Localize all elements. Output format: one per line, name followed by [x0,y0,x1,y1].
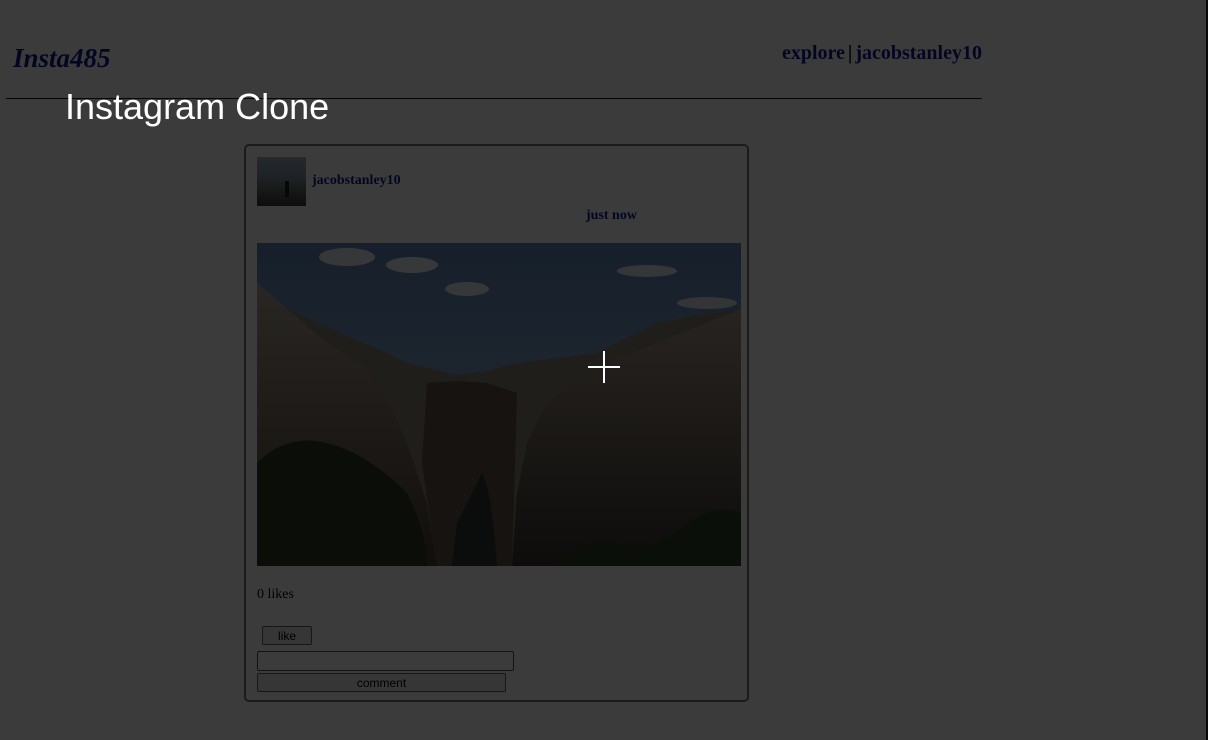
crosshair-icon [588,351,620,383]
post-timestamp-link[interactable]: just now [586,208,637,224]
like-button[interactable]: like [262,626,312,645]
post-owner-link[interactable]: jacobstanley10 [312,173,401,189]
comment-input[interactable] [257,651,514,671]
comment-button[interactable]: comment [257,673,506,692]
top-nav: explore | jacobstanley10 [782,42,982,65]
likes-count: 0 likes [257,587,294,602]
nav-explore-link[interactable]: explore [782,42,845,64]
brand-logo-link[interactable]: Insta485 [13,43,111,74]
post-card: jacobstanley10 just now 0 likes like com… [244,144,749,702]
owner-avatar[interactable] [257,157,306,206]
overlay-title: Instagram Clone [65,86,330,127]
post-photo[interactable] [257,243,741,566]
canyon-landscape-image [257,243,741,566]
nav-user-link[interactable]: jacobstanley10 [855,42,982,64]
nav-separator: | [847,42,853,64]
